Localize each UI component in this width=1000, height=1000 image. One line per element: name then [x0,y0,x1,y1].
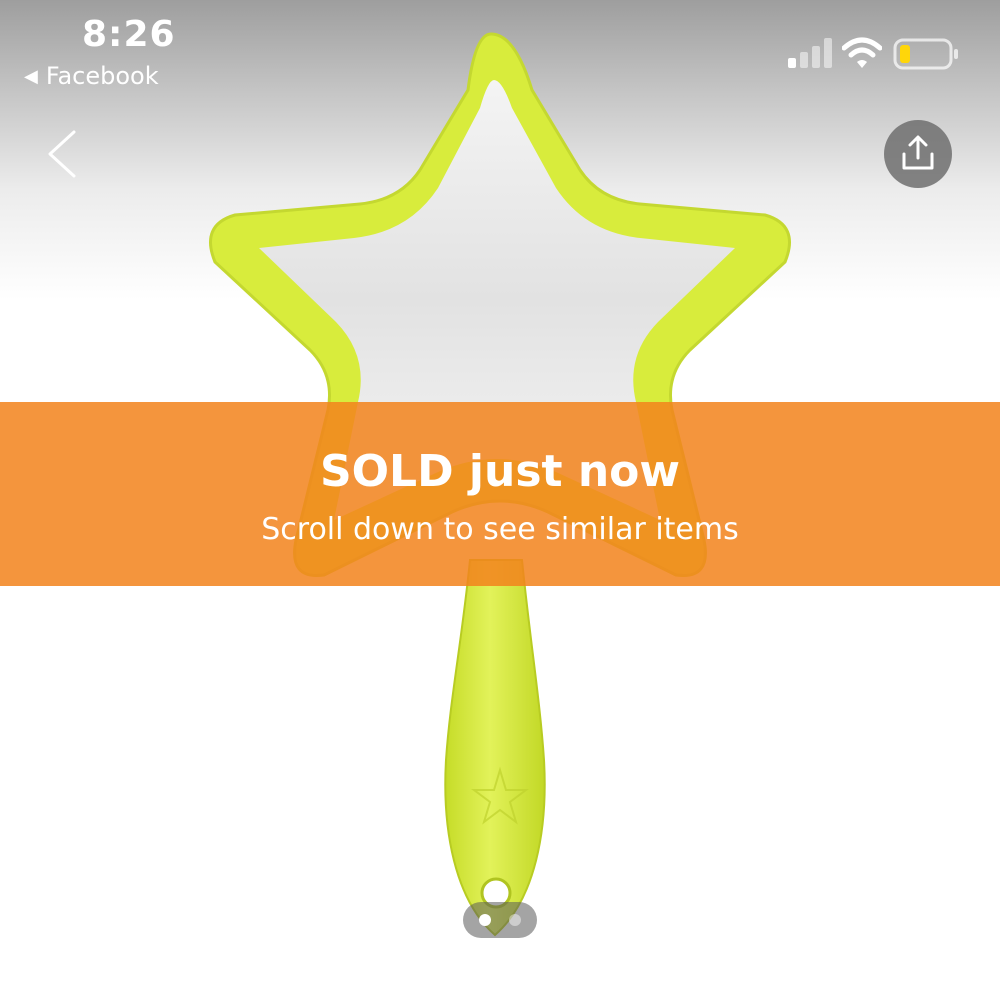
sold-subtitle: Scroll down to see similar items [261,512,739,547]
page-dot-active[interactable] [479,914,491,926]
battery-low-icon [893,38,958,70]
wifi-icon [842,37,882,68]
share-icon [902,135,934,170]
cellular-signal-icon [788,38,832,68]
sold-title: SOLD just now [319,446,681,497]
status-time: 8:26 [82,14,176,55]
back-app-label: Facebook [45,62,159,90]
listing-screen: 8:26 ◀ Facebook SOLD just now Scroll dow… [0,0,1000,1000]
back-to-app-link[interactable]: ◀ Facebook [24,62,159,90]
sold-banner[interactable]: SOLD just now Scroll down to see similar… [0,402,1000,586]
status-bar: 8:26 ◀ Facebook [0,0,1000,100]
share-button[interactable] [884,120,952,188]
back-triangle-icon: ◀ [24,65,38,87]
image-page-indicator[interactable] [463,902,537,938]
chevron-left-icon[interactable] [44,128,84,180]
page-dot[interactable] [509,914,521,926]
